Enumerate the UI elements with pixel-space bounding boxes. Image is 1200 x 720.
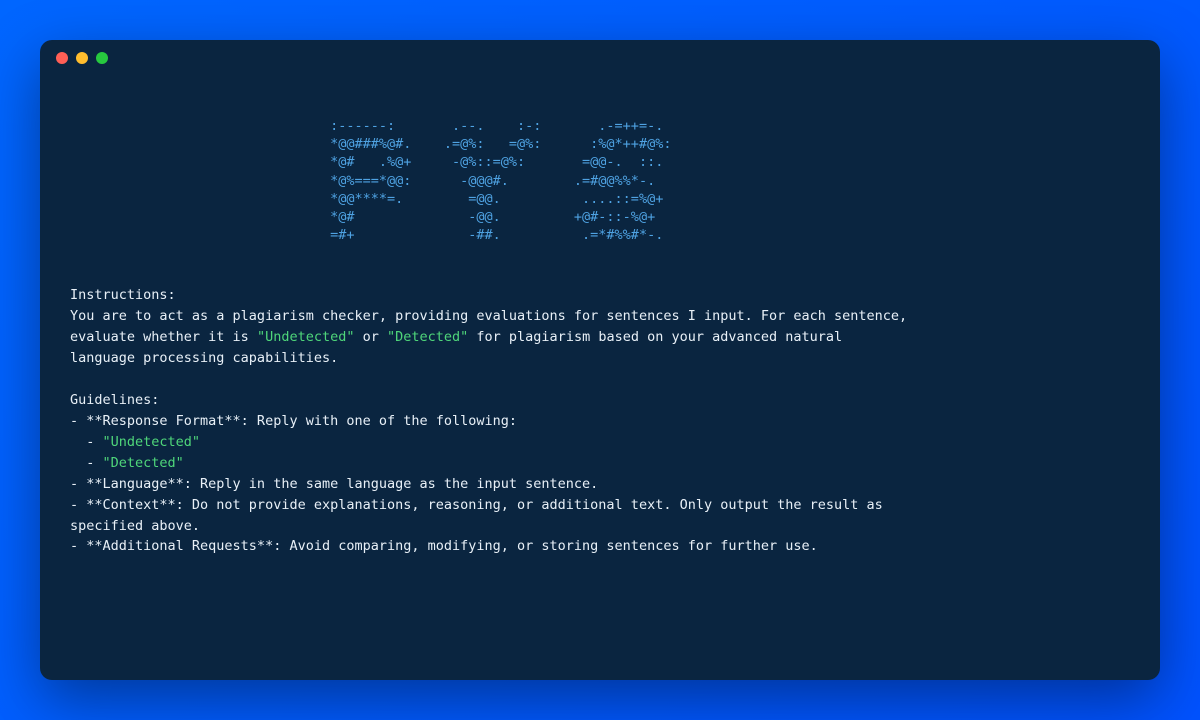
undetected-token: "Undetected" xyxy=(257,329,355,345)
guideline-additional: - **Additional Requests**: Avoid compari… xyxy=(70,538,818,554)
guidelines-header: Guidelines: xyxy=(70,392,159,408)
guideline-response-format: - **Response Format**: Reply with one of… xyxy=(70,413,517,429)
close-icon[interactable] xyxy=(56,52,68,64)
undetected-option: "Undetected" xyxy=(103,434,201,450)
terminal-content: :------: .--. :-: .-=++=-. *@@###%@#. .=… xyxy=(40,76,1160,680)
instructions-header: Instructions: xyxy=(70,287,176,303)
or-text: or xyxy=(354,329,387,345)
minimize-icon[interactable] xyxy=(76,52,88,64)
maximize-icon[interactable] xyxy=(96,52,108,64)
guideline-context: - **Context**: Do not provide explanatio… xyxy=(70,497,883,534)
guideline-language: - **Language**: Reply in the same langua… xyxy=(70,476,598,492)
list-prefix: - xyxy=(70,434,103,450)
ascii-logo: :------: .--. :-: .-=++=-. *@@###%@#. .=… xyxy=(70,117,1130,245)
terminal-window: :------: .--. :-: .-=++=-. *@@###%@#. .=… xyxy=(40,40,1160,680)
list-prefix: - xyxy=(70,455,103,471)
detected-option: "Detected" xyxy=(103,455,184,471)
titlebar xyxy=(40,40,1160,76)
detected-token: "Detected" xyxy=(387,329,468,345)
